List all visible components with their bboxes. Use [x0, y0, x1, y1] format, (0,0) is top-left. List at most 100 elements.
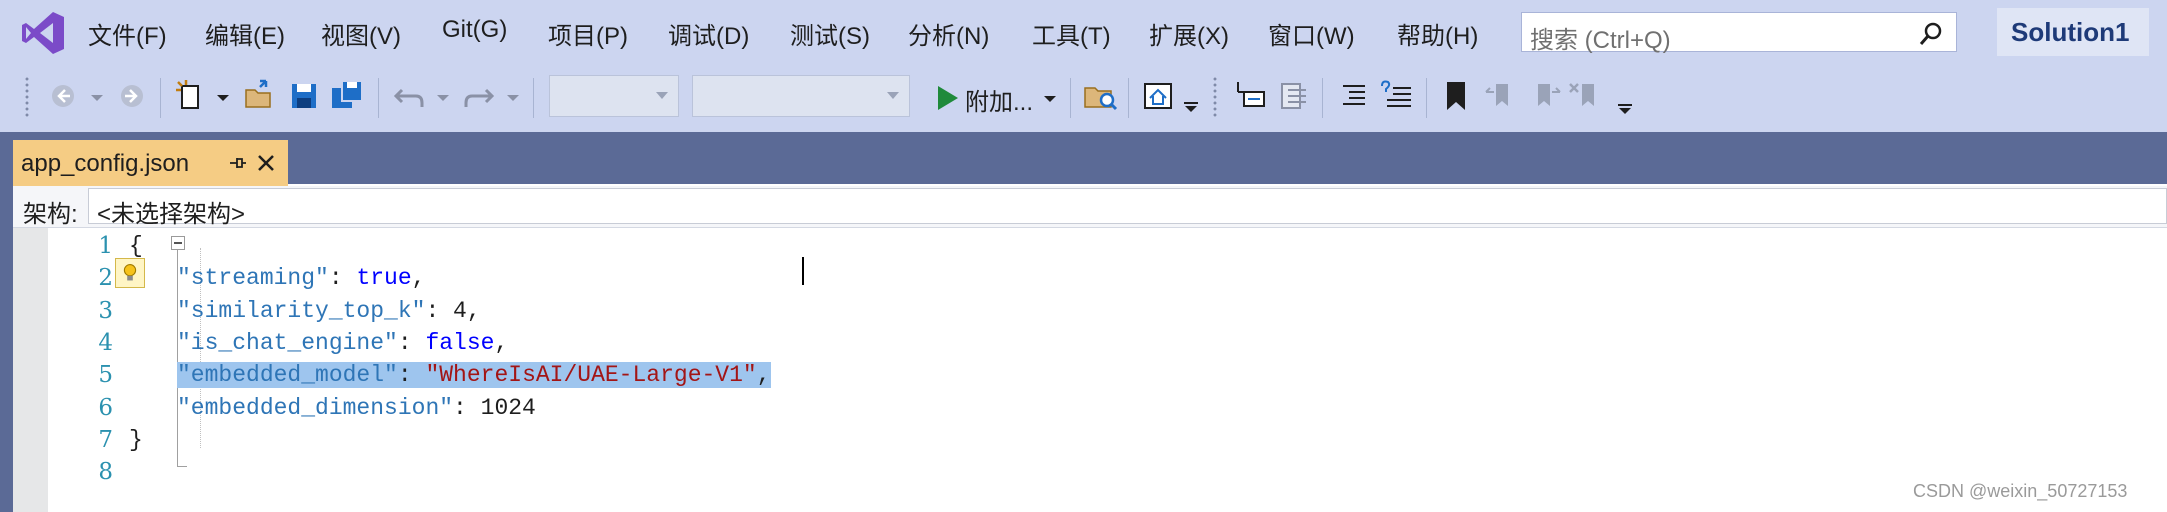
- text-cursor: [802, 257, 804, 285]
- line-number: 6: [98, 394, 113, 421]
- navigate-forward-icon[interactable]: [112, 76, 152, 116]
- close-icon[interactable]: [251, 148, 281, 178]
- toolbar-grip[interactable]: [1212, 76, 1218, 118]
- new-project-dropdown-chevron-icon[interactable]: [212, 76, 234, 116]
- solution-name-badge[interactable]: Solution1: [1997, 8, 2149, 56]
- code-line: }: [129, 427, 143, 453]
- json-literal: true: [356, 265, 412, 292]
- line-number: 7: [98, 426, 113, 453]
- code-line: "embedded_model": "WhereIsAI/UAE-Large-V…: [177, 362, 771, 389]
- json-punctuation: : 4,: [425, 297, 481, 324]
- chevron-down-icon: [887, 92, 899, 99]
- explorer-dropdown-chevron-icon[interactable]: [1180, 76, 1202, 116]
- find-in-files-icon[interactable]: [1081, 76, 1121, 116]
- toolbar-separator: [1426, 78, 1427, 118]
- line-number: 4: [98, 329, 113, 356]
- line-number: 8: [98, 459, 113, 486]
- toolbar-separator: [1070, 78, 1071, 118]
- document-frame: [0, 184, 13, 512]
- navigate-back-icon[interactable]: [45, 76, 85, 116]
- menu-project[interactable]: 项目(P): [548, 16, 628, 51]
- code-line: "similarity_top_k": 4,: [177, 298, 481, 324]
- next-bookmark-icon[interactable]: [1524, 76, 1564, 116]
- pin-icon[interactable]: [221, 148, 251, 178]
- line-number: 1: [98, 233, 113, 259]
- attach-label: 附加...: [965, 89, 1034, 116]
- menu-window[interactable]: 窗口(W): [1268, 16, 1355, 51]
- toolbar-separator: [160, 78, 161, 118]
- standard-toolbar: 附加...: [0, 66, 2167, 132]
- line-number: 2: [98, 265, 113, 292]
- json-key: "streaming": [177, 265, 329, 292]
- lightbulb-icon[interactable]: [115, 258, 145, 288]
- tab-app-config-json[interactable]: app_config.json: [13, 140, 288, 186]
- clear-bookmarks-icon[interactable]: [1566, 76, 1606, 116]
- back-dropdown-chevron-icon[interactable]: [86, 76, 108, 116]
- code-editor[interactable]: 1 2 3 4 5 6 7 8 { "streaming": true, "similarity_…: [13, 228, 2167, 512]
- json-key: "embedded_dimension": [177, 394, 454, 421]
- menu-debug[interactable]: 调试(D): [668, 16, 749, 51]
- json-key: "embedded_model": [177, 362, 398, 389]
- toolbar-grip[interactable]: [24, 76, 30, 118]
- code-line: "is_chat_engine": false,: [177, 330, 508, 356]
- menu-bar: 文件(F) 编辑(E) 视图(V) Git(G) 项目(P) 调试(D) 测试(…: [0, 0, 2167, 66]
- save-all-icon[interactable]: [328, 76, 368, 116]
- search-placeholder: 搜索 (Ctrl+Q): [1530, 27, 1671, 54]
- json-punctuation: : 1024: [453, 394, 536, 421]
- menu-edit[interactable]: 编辑(E): [205, 16, 285, 51]
- code-line: "streaming": true,: [177, 265, 425, 291]
- json-punctuation: ,: [756, 362, 771, 389]
- search-icon: [1919, 22, 1942, 45]
- chevron-down-icon: [656, 92, 668, 99]
- menu-tools[interactable]: 工具(T): [1032, 16, 1111, 51]
- toolbar-separator: [378, 78, 379, 118]
- open-file-icon[interactable]: [240, 76, 280, 116]
- solution-explorer-icon[interactable]: [1139, 76, 1179, 116]
- redo-icon[interactable]: [458, 76, 498, 116]
- menu-file[interactable]: 文件(F): [88, 16, 167, 51]
- solution-platform-dropdown[interactable]: [692, 75, 910, 117]
- visual-studio-logo[interactable]: [20, 10, 66, 56]
- json-punctuation: :: [397, 329, 426, 356]
- line-number: 5: [98, 362, 113, 389]
- solution-configuration-dropdown[interactable]: [549, 75, 679, 117]
- menu-git[interactable]: Git(G): [442, 16, 507, 44]
- new-project-icon[interactable]: [172, 76, 212, 116]
- uncomment-icon[interactable]: [1274, 76, 1314, 116]
- attach-dropdown-chevron-icon: [1044, 96, 1056, 102]
- schema-selector[interactable]: <未选择架构>: [88, 188, 2167, 228]
- json-punctuation: }: [129, 426, 143, 453]
- menu-test[interactable]: 测试(S): [790, 16, 870, 51]
- indent-icon[interactable]: [1333, 76, 1373, 116]
- json-literal: false: [425, 329, 495, 356]
- previous-bookmark-icon[interactable]: [1482, 76, 1522, 116]
- menu-view[interactable]: 视图(V): [321, 16, 401, 51]
- undo-icon[interactable]: [390, 76, 430, 116]
- json-punctuation: :: [328, 265, 357, 292]
- menu-analyze[interactable]: 分析(N): [908, 16, 989, 51]
- redo-dropdown-chevron-icon[interactable]: [502, 76, 524, 116]
- save-icon[interactable]: [284, 76, 324, 116]
- comment-icon[interactable]: [1230, 76, 1270, 116]
- line-number: 3: [98, 297, 113, 324]
- document-tab-strip: [0, 132, 2167, 184]
- collapse-icon[interactable]: [171, 236, 185, 250]
- outline-line-end: [177, 466, 187, 467]
- search-box[interactable]: 搜索 (Ctrl+Q): [1521, 12, 1957, 54]
- schema-value: <未选择架构>: [97, 201, 246, 228]
- menu-help[interactable]: 帮助(H): [1397, 16, 1478, 51]
- schema-label: 架构:: [23, 201, 78, 228]
- outdent-icon[interactable]: [1377, 76, 1417, 116]
- json-punctuation: ,: [411, 265, 426, 292]
- schema-navigation-bar: 架构: <未选择架构>: [13, 186, 2167, 228]
- json-punctuation: :: [397, 362, 426, 389]
- toolbar-separator: [533, 78, 534, 118]
- json-punctuation: {: [129, 233, 143, 259]
- watermark: CSDN @weixin_50727153: [1913, 481, 2128, 501]
- toolbar-overflow-chevron-icon[interactable]: [1614, 76, 1636, 116]
- json-key: "similarity_top_k": [177, 297, 426, 324]
- undo-dropdown-chevron-icon[interactable]: [432, 76, 454, 116]
- bookmark-icon[interactable]: [1436, 76, 1476, 116]
- code-line: {: [129, 233, 143, 259]
- menu-extensions[interactable]: 扩展(X): [1149, 16, 1229, 51]
